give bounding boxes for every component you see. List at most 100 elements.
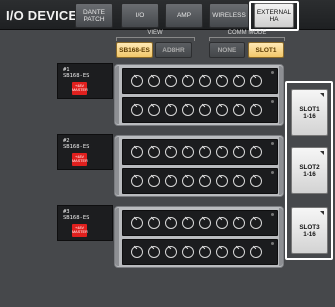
knob-icon[interactable] xyxy=(131,146,143,158)
corner-triangle-icon xyxy=(320,93,324,97)
device-card-1[interactable]: #1 SB168-ES +48V MASTER xyxy=(57,63,113,99)
page-title: I/O DEVICE xyxy=(6,8,78,23)
tab-dante-patch[interactable]: DANTE PATCH xyxy=(75,3,113,28)
comm-mode-bracket xyxy=(209,37,285,41)
tab-wireless[interactable]: WIRELESS xyxy=(209,3,249,28)
knob-icon[interactable] xyxy=(148,104,160,116)
knob-icon[interactable] xyxy=(182,217,194,229)
comm-none-button[interactable]: NONE xyxy=(209,42,245,58)
slot3-button[interactable]: SLOT3 1-16 xyxy=(291,207,328,254)
knob-icon[interactable] xyxy=(199,246,211,258)
knob-icon[interactable] xyxy=(131,175,143,187)
rack-screw-icon xyxy=(271,71,274,74)
knob-icon[interactable] xyxy=(233,246,245,258)
knob-icon[interactable] xyxy=(216,217,228,229)
rack-screw-icon xyxy=(271,242,274,245)
knob-icon[interactable] xyxy=(165,146,177,158)
slot-label: SLOT1 xyxy=(299,105,320,113)
view-bracket xyxy=(116,37,195,41)
knob-icon[interactable] xyxy=(250,246,262,258)
comm-mode-label: COMM MODE xyxy=(227,30,267,36)
rack-unit-2[interactable] xyxy=(114,135,284,197)
knob-icon[interactable] xyxy=(233,175,245,187)
knob-icon[interactable] xyxy=(250,146,262,158)
rack-screw-icon xyxy=(271,100,274,103)
rack-unit-3[interactable] xyxy=(114,206,284,268)
device-model: SB168-ES xyxy=(63,144,90,150)
badge-line2: MASTER xyxy=(72,159,88,163)
knob-row-upper xyxy=(122,139,278,165)
knob-icon[interactable] xyxy=(182,75,194,87)
device-model: SB168-ES xyxy=(63,73,90,79)
tab-label-line1: DANTE xyxy=(82,8,106,16)
knob-icon[interactable] xyxy=(250,104,262,116)
knob-icon[interactable] xyxy=(199,104,211,116)
rack-screw-icon xyxy=(271,171,274,174)
knob-icon[interactable] xyxy=(182,246,194,258)
knob-icon[interactable] xyxy=(216,146,228,158)
knob-icon[interactable] xyxy=(165,217,177,229)
slot-range: 1-16 xyxy=(303,170,316,178)
view-label: VIEW xyxy=(147,30,163,36)
knob-icon[interactable] xyxy=(199,217,211,229)
knob-icon[interactable] xyxy=(131,217,143,229)
knob-icon[interactable] xyxy=(233,104,245,116)
knob-icon[interactable] xyxy=(216,246,228,258)
knob-icon[interactable] xyxy=(165,246,177,258)
knob-row-lower xyxy=(122,239,278,265)
comm-slot1-button[interactable]: SLOT1 xyxy=(248,42,284,58)
knob-icon[interactable] xyxy=(250,175,262,187)
knob-icon[interactable] xyxy=(165,104,177,116)
knob-icon[interactable] xyxy=(148,217,160,229)
knob-icon[interactable] xyxy=(250,217,262,229)
knob-icon[interactable] xyxy=(148,75,160,87)
slot-label: SLOT3 xyxy=(299,223,320,231)
slot-range: 1-16 xyxy=(303,230,316,238)
knob-icon[interactable] xyxy=(233,75,245,87)
rack-unit-1[interactable] xyxy=(114,64,284,126)
knob-icon[interactable] xyxy=(148,246,160,258)
view-sb168es-button[interactable]: SB168-ES xyxy=(116,42,153,58)
slot2-button[interactable]: SLOT2 1-16 xyxy=(291,147,328,194)
device-model: SB168-ES xyxy=(63,215,90,221)
knob-icon[interactable] xyxy=(182,146,194,158)
device-card-3[interactable]: #3 SB168-ES +48V MASTER xyxy=(57,205,113,241)
knob-icon[interactable] xyxy=(233,217,245,229)
badge-line2: MASTER xyxy=(72,230,88,234)
knob-icon[interactable] xyxy=(182,104,194,116)
tab-label: AMP xyxy=(176,12,192,19)
knob-icon[interactable] xyxy=(148,146,160,158)
tab-label-line2: PATCH xyxy=(83,15,105,23)
tab-label: WIRELESS xyxy=(212,12,246,19)
corner-triangle-icon xyxy=(320,151,324,155)
slot-range: 1-16 xyxy=(303,112,316,120)
tab-label: I/O xyxy=(135,12,145,19)
knob-icon[interactable] xyxy=(199,146,211,158)
knob-icon[interactable] xyxy=(250,75,262,87)
knob-icon[interactable] xyxy=(216,104,228,116)
knob-icon[interactable] xyxy=(148,175,160,187)
knob-row-upper xyxy=(122,68,278,94)
rack-screw-icon xyxy=(271,213,274,216)
tab-amp[interactable]: AMP xyxy=(165,3,203,28)
slot-label: SLOT2 xyxy=(299,163,320,171)
knob-row-lower xyxy=(122,168,278,194)
knob-icon[interactable] xyxy=(165,75,177,87)
knob-icon[interactable] xyxy=(131,246,143,258)
phantom-master-badge: +48V MASTER xyxy=(72,82,88,95)
phantom-master-badge: +48V MASTER xyxy=(72,153,88,166)
knob-icon[interactable] xyxy=(233,146,245,158)
knob-icon[interactable] xyxy=(216,175,228,187)
knob-icon[interactable] xyxy=(199,75,211,87)
device-card-2[interactable]: #2 SB168-ES +48V MASTER xyxy=(57,134,113,170)
knob-icon[interactable] xyxy=(165,175,177,187)
knob-icon[interactable] xyxy=(182,175,194,187)
knob-icon[interactable] xyxy=(131,104,143,116)
knob-icon[interactable] xyxy=(216,75,228,87)
knob-icon[interactable] xyxy=(131,75,143,87)
knob-icon[interactable] xyxy=(199,175,211,187)
tab-io[interactable]: I/O xyxy=(121,3,159,28)
badge-line2: MASTER xyxy=(72,88,88,92)
slot1-button[interactable]: SLOT1 1-16 xyxy=(291,89,328,136)
view-ad8hr-button[interactable]: AD8HR xyxy=(155,42,192,58)
